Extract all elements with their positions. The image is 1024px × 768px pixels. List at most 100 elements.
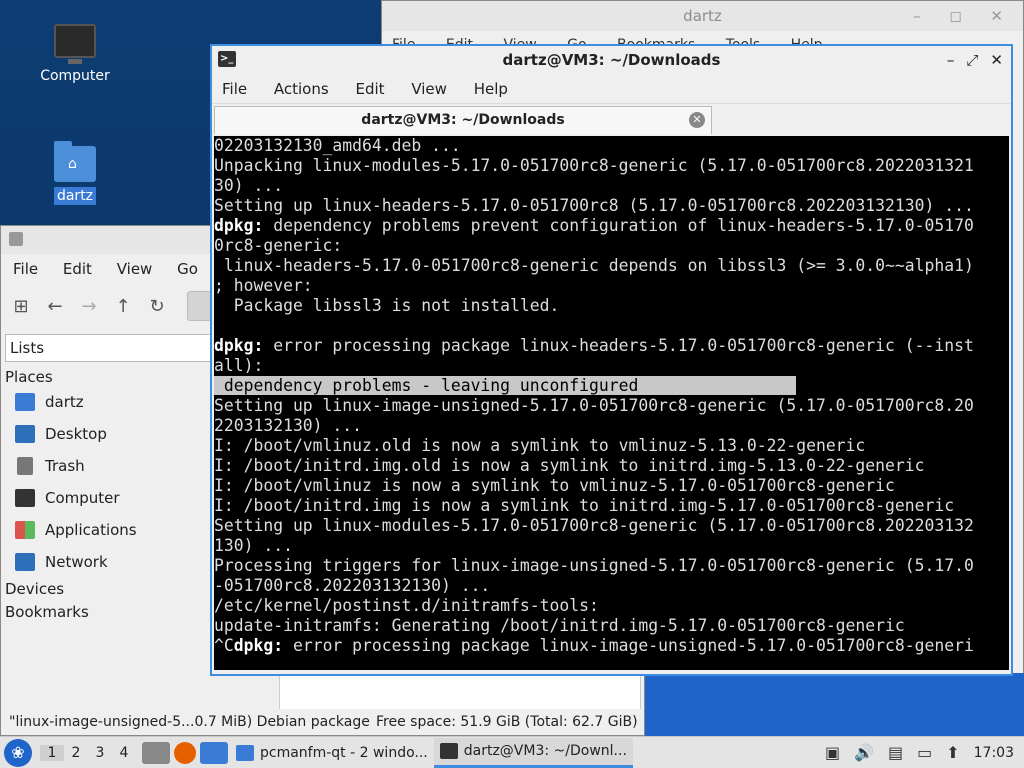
menu-view[interactable]: View [411,80,447,98]
terminal-line: update-initramfs: Generating /boot/initr… [214,616,905,635]
terminal-line: /etc/kernel/postinst.d/initramfs-tools: [214,596,599,615]
home-folder-icon [15,393,35,411]
terminal-line: I: /boot/initrd.img.old is now a symlink… [214,456,925,475]
terminal-line: Unpacking linux-modules-5.17.0-051700rc8… [214,156,974,175]
terminal-line: 30) ... [214,176,284,195]
network-icon [15,553,35,571]
terminal-line: all): [214,356,264,375]
terminal-line: linux-headers-5.17.0-051700rc8-generic d… [214,256,974,275]
firefox-launcher-icon[interactable] [174,741,196,764]
up-arrow-icon[interactable]: ↑ [113,296,133,317]
status-bar: "linux-image-unsigned-5...0.7 MiB) Debia… [1,709,644,735]
show-desktop-icon[interactable] [200,741,228,764]
applications-icon [15,521,35,539]
desktop-icon-dartz[interactable]: ⌂ dartz [25,141,125,205]
terminal-window[interactable]: >_ dartz@VM3: ~/Downloads – ⤢ ✕ File Act… [210,44,1013,676]
tab-bar: dartz@VM3: ~/Downloads ✕ [212,104,1011,134]
window-titlebar[interactable]: >_ dartz@VM3: ~/Downloads – ⤢ ✕ [212,46,1011,74]
back-arrow-icon[interactable]: ← [45,296,65,317]
window-title: dartz [683,7,722,25]
terminal-icon [439,743,458,759]
desktop-folder-icon [15,425,35,443]
computer-icon [15,489,35,507]
terminal-line: Setting up linux-image-unsigned-5.17.0-0… [214,396,974,415]
status-free-space: Free space: 51.9 GiB (Total: 62.7 GiB) [376,714,638,730]
terminal-line: Processing triggers for linux-image-unsi… [214,556,974,575]
file-view-area[interactable] [279,674,641,712]
workspace-4[interactable]: 4 [112,745,136,761]
close-icon[interactable]: ✕ [990,46,1003,74]
volume-icon[interactable]: 🔊 [854,743,874,762]
window-titlebar[interactable]: dartz – ◻ ✕ [382,1,1023,31]
terminal-line: -051700rc8.202203132130) ... [214,576,491,595]
new-tab-icon[interactable]: ⊞ [11,296,31,317]
terminal-line: Setting up linux-headers-5.17.0-051700rc… [214,196,974,215]
desktop-background-area [644,673,1024,737]
terminal-icon: >_ [218,51,236,67]
desktop-icon-computer[interactable]: Computer [25,24,125,84]
start-menu-icon[interactable]: ❀ [4,738,32,767]
place-label: Desktop [45,425,107,443]
menu-view[interactable]: View [117,260,153,278]
taskbar: ❀ 1 2 3 4 pcmanfm-qt - 2 windo... dartz@… [0,736,1024,768]
menu-file[interactable]: File [13,260,38,278]
menu-file[interactable]: File [222,80,247,98]
terminal-line: I: /boot/vmlinuz.old is now a symlink to… [214,436,866,455]
desktop-icon-label: Computer [40,68,110,84]
place-label: Applications [45,521,137,539]
desktop: Computer ⌂ dartz dartz – ◻ ✕ File Edit V… [0,0,1024,737]
menubar: File Actions Edit View Help [212,74,1011,104]
task-file-manager[interactable]: pcmanfm-qt - 2 windo... [230,738,434,768]
task-label: pcmanfm-qt - 2 windo... [260,744,428,761]
minimize-icon[interactable]: – [947,46,955,74]
terminal-output[interactable]: 02203132130_amd64.deb ... Unpacking linux… [214,136,1009,670]
reload-icon[interactable]: ↻ [147,296,167,317]
terminal-line: 02203132130_amd64.deb ... [214,136,461,155]
forward-arrow-icon[interactable]: → [79,296,99,317]
status-selected-file: "linux-image-unsigned-5...0.7 MiB) Debia… [9,714,370,730]
workspace-2[interactable]: 2 [64,745,88,761]
terminal-line: Setting up linux-modules-5.17.0-051700rc… [214,516,974,535]
terminal-line: Package libssl3 is not installed. [214,296,560,315]
terminal-line: 130) ... [214,536,293,555]
workspace-1[interactable]: 1 [40,744,64,761]
clipboard-icon[interactable]: ▣ [825,743,840,762]
terminal-line: dependency problems - leaving unconfigur… [214,376,797,395]
menu-help[interactable]: Help [474,80,508,98]
home-folder-icon: ⌂ [54,141,96,182]
system-tray: ▣ 🔊 ▤ ▭ ⬆ 17:03 [825,743,1024,762]
tab-label: dartz@VM3: ~/Downloads [361,112,565,128]
workspace-3[interactable]: 3 [88,745,112,761]
place-label: dartz [45,393,84,411]
terminal-line: ; however: [214,276,313,295]
menu-edit[interactable]: Edit [63,260,92,278]
terminal-line: dpkg: error processing package linux-hea… [214,336,974,355]
task-label: dartz@VM3: ~/Downl... [463,743,627,759]
computer-icon [54,24,96,64]
maximize-icon[interactable]: ⤢ [966,46,978,74]
close-tab-icon[interactable]: ✕ [689,112,705,128]
file-manager-launcher-icon[interactable] [142,741,170,764]
terminal-line: I: /boot/vmlinuz is now a symlink to vml… [214,476,895,495]
menu-actions[interactable]: Actions [274,80,329,98]
side-pane-selector[interactable]: Lists [5,334,211,362]
clock[interactable]: 17:03 [974,745,1014,761]
terminal-line: ^Cdpkg: error processing package linux-i… [214,636,974,655]
desktop-icon-label: dartz [53,187,97,205]
tab-terminal[interactable]: dartz@VM3: ~/Downloads ✕ [214,106,712,134]
trash-icon [17,457,33,475]
terminal-line: I: /boot/initrd.img is now a symlink to … [214,496,955,515]
task-terminal[interactable]: dartz@VM3: ~/Downl... [433,737,633,768]
notes-icon[interactable]: ▤ [888,743,903,762]
window-controls[interactable]: – ◻ ✕ [913,1,1015,31]
file-manager-icon [9,232,23,246]
terminal-line: dpkg: dependency problems prevent config… [214,216,974,235]
update-icon[interactable]: ⬆ [946,743,959,762]
terminal-line: 0rc8-generic: [214,236,343,255]
network-icon[interactable]: ▭ [917,743,932,762]
terminal-line: 2203132130) ... [214,416,363,435]
window-title: dartz@VM3: ~/Downloads [502,51,721,69]
menu-edit[interactable]: Edit [355,80,384,98]
menu-go[interactable]: Go [177,260,198,278]
folder-icon [236,744,254,761]
